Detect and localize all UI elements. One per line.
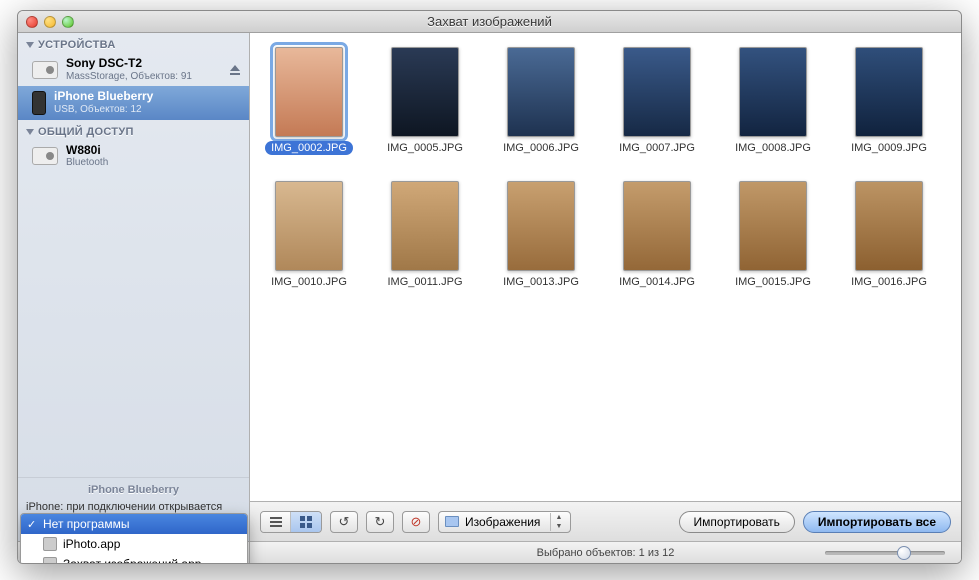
thumbnail-image: [855, 47, 923, 137]
window-title: Захват изображений: [18, 14, 961, 29]
thumbnail-filename: IMG_0013.JPG: [497, 275, 585, 289]
camera-icon: [32, 61, 58, 79]
status-text: Выбрано объектов: 1 из 12: [537, 547, 675, 559]
rotate-ccw-button[interactable]: ↺: [330, 511, 358, 533]
close-window-button[interactable]: [26, 16, 38, 28]
thumbnail-item[interactable]: IMG_0009.JPG: [844, 47, 934, 155]
thumbnail-image: [391, 47, 459, 137]
thumbnail-image: [507, 47, 575, 137]
section-label: УСТРОЙСТВА: [38, 39, 116, 51]
device-name: Sony DSC-T2: [66, 57, 192, 71]
app-icon: [43, 537, 57, 551]
device-subtitle: Bluetooth: [66, 157, 108, 169]
thumbnail-filename: IMG_0016.JPG: [845, 275, 933, 289]
thumbnail-size-slider[interactable]: [825, 546, 945, 560]
thumbnail-filename: IMG_0010.JPG: [265, 275, 353, 289]
popup-arrows-icon: ▲▼: [550, 513, 566, 531]
app-icon: [43, 557, 57, 564]
window-controls: [26, 16, 74, 28]
sidebar: УСТРОЙСТВА Sony DSC-T2MassStorage, Объек…: [18, 33, 250, 563]
menu-item-label: iPhoto.app: [63, 537, 120, 551]
list-view-button[interactable]: [261, 512, 291, 532]
thumbnail-image: [275, 47, 343, 137]
grid-view-button[interactable]: [291, 512, 321, 532]
rotate-cw-button[interactable]: ↻: [366, 511, 394, 533]
device-name: iPhone Blueberry: [54, 90, 153, 104]
thumbnail-filename: IMG_0007.JPG: [613, 141, 701, 155]
thumbnail-item[interactable]: IMG_0002.JPG: [264, 47, 354, 155]
thumbnail-image: [507, 181, 575, 271]
thumbnail-item[interactable]: IMG_0010.JPG: [264, 181, 354, 289]
thumbnail-item[interactable]: IMG_0006.JPG: [496, 47, 586, 155]
menu-item[interactable]: ✓ Нет программы: [21, 514, 247, 534]
list-icon: [269, 515, 283, 529]
thumbnail-filename: IMG_0006.JPG: [497, 141, 585, 155]
thumbnail-image: [739, 47, 807, 137]
thumbnail-image: [391, 181, 459, 271]
thumbnail-filename: IMG_0015.JPG: [729, 275, 817, 289]
folder-icon: [445, 516, 459, 527]
prohibit-icon: ⊘: [411, 514, 422, 530]
eject-icon[interactable]: [229, 64, 241, 76]
thumbnail-item[interactable]: IMG_0011.JPG: [380, 181, 470, 289]
device-subtitle: MassStorage, Объектов: 91: [66, 71, 192, 83]
sidebar-section-shared[interactable]: ОБЩИЙ ДОСТУП: [18, 120, 249, 140]
menu-item[interactable]: Захват изображений.app: [21, 554, 247, 564]
thumbnail-item[interactable]: IMG_0008.JPG: [728, 47, 818, 155]
device-item[interactable]: iPhone BlueberryUSB, Объектов: 12: [18, 86, 249, 119]
thumbnail-filename: IMG_0009.JPG: [845, 141, 933, 155]
main-pane: IMG_0002.JPG IMG_0005.JPG IMG_0006.JPG IMG_…: [250, 33, 961, 563]
zoom-window-button[interactable]: [62, 16, 74, 28]
slider-knob[interactable]: [897, 546, 911, 560]
selected-device-footer: iPhone Blueberry: [18, 477, 249, 498]
thumbnail-item[interactable]: IMG_0013.JPG: [496, 181, 586, 289]
device-subtitle: USB, Объектов: 12: [54, 104, 153, 116]
menu-item[interactable]: iPhoto.app: [21, 534, 247, 554]
thumbnail-item[interactable]: IMG_0005.JPG: [380, 47, 470, 155]
toolbar: ↺ ↻ ⊘ Изображения ▲▼ Импортировать Импор…: [250, 501, 961, 541]
rotate-cw-icon: ↻: [375, 514, 386, 530]
menu-item-label: Захват изображений.app: [63, 557, 201, 564]
thumbnail-image: [855, 181, 923, 271]
disclosure-triangle-icon: [26, 129, 34, 135]
view-mode-segment: [260, 511, 322, 533]
device-item[interactable]: Sony DSC-T2MassStorage, Объектов: 91: [18, 53, 249, 86]
window-body: УСТРОЙСТВА Sony DSC-T2MassStorage, Объек…: [18, 33, 961, 563]
thumbnail-filename: IMG_0005.JPG: [381, 141, 469, 155]
phone-icon: [32, 91, 46, 115]
section-label: ОБЩИЙ ДОСТУП: [38, 126, 134, 138]
checkmark-icon: ✓: [27, 518, 36, 531]
destination-label: Изображения: [465, 515, 540, 529]
thumbnail-image: [623, 47, 691, 137]
delete-button[interactable]: ⊘: [402, 511, 430, 533]
thumbnail-image: [623, 181, 691, 271]
app-window: Захват изображений УСТРОЙСТВА Sony DSC-T…: [17, 10, 962, 564]
rotate-ccw-icon: ↺: [339, 514, 350, 530]
titlebar: Захват изображений: [18, 11, 961, 33]
import-all-button[interactable]: Импортировать все: [803, 511, 951, 533]
import-button[interactable]: Импортировать: [679, 511, 795, 533]
camera-icon: [32, 147, 58, 165]
status-bar: Выбрано объектов: 1 из 12: [250, 541, 961, 563]
thumbnail-item[interactable]: IMG_0014.JPG: [612, 181, 702, 289]
thumbnail-area[interactable]: IMG_0002.JPG IMG_0005.JPG IMG_0006.JPG IMG_…: [250, 33, 961, 501]
sidebar-section-devices[interactable]: УСТРОЙСТВА: [18, 33, 249, 53]
device-name: W880i: [66, 144, 108, 158]
thumbnail-filename: IMG_0011.JPG: [382, 275, 469, 289]
thumbnail-image: [739, 181, 807, 271]
thumbnail-item[interactable]: IMG_0007.JPG: [612, 47, 702, 155]
menu-item-label: Нет программы: [43, 517, 129, 531]
grid-icon: [299, 515, 313, 529]
open-on-connect-menu: ✓ Нет программы iPhoto.app Захват изображен…: [20, 513, 248, 564]
thumbnail-filename: IMG_0008.JPG: [729, 141, 817, 155]
thumbnail-item[interactable]: IMG_0015.JPG: [728, 181, 818, 289]
destination-popup[interactable]: Изображения ▲▼: [438, 511, 571, 533]
disclosure-triangle-icon: [26, 42, 34, 48]
minimize-window-button[interactable]: [44, 16, 56, 28]
thumbnail-filename: IMG_0002.JPG: [265, 141, 353, 155]
thumbnail-filename: IMG_0014.JPG: [613, 275, 701, 289]
thumbnail-image: [275, 181, 343, 271]
thumbnail-item[interactable]: IMG_0016.JPG: [844, 181, 934, 289]
shared-device-item[interactable]: W880iBluetooth: [18, 140, 249, 173]
